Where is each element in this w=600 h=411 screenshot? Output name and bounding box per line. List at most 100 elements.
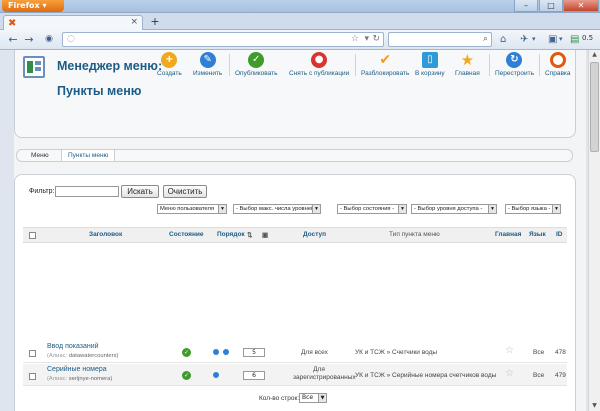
window-icon[interactable]: ▣ [548, 33, 557, 46]
dropdown-icon[interactable]: ▾ [364, 33, 369, 46]
filter-label: Фильтр: [29, 188, 55, 195]
access-select[interactable]: - Выбор уровня доступа - ▼ [411, 204, 497, 214]
item-title-link[interactable]: Ввод показаний [47, 343, 99, 350]
forward-icon[interactable]: → [22, 32, 36, 47]
back-icon[interactable]: ← [6, 32, 20, 47]
search-button[interactable]: Искать [121, 185, 159, 198]
language-select[interactable]: - Выбор языка - ▼ [505, 204, 561, 214]
menu-select[interactable]: Меню пользователя ▼ [157, 204, 227, 214]
published-icon[interactable]: ✓ [182, 348, 191, 357]
home-default-button[interactable]: ★ Главная [455, 52, 480, 77]
save-order-icon[interactable]: ▣ [262, 231, 268, 239]
access-value: Для зарегистрированных [293, 366, 356, 381]
trash-icon: ▯ [421, 52, 438, 68]
items-panel: Фильтр: Искать Очистить Меню пользовател… [14, 174, 576, 411]
bookmark-star-icon[interactable]: ☆ [351, 33, 359, 46]
new-button[interactable]: + Создать [157, 52, 182, 77]
search-bar[interactable]: ⌕ [388, 32, 492, 47]
language-value: Все [533, 372, 545, 379]
help-button[interactable]: Справка [545, 52, 571, 77]
maximize-button[interactable]: □ [539, 0, 563, 12]
addon-dropdown-icon[interactable]: ▾ [532, 33, 536, 46]
rows-per-page-select[interactable]: Все ▼ [299, 393, 327, 403]
id-value: 479 [555, 372, 566, 379]
identity-icon[interactable]: ◉ [42, 32, 56, 47]
browser-tab[interactable]: ✖ × [3, 15, 143, 30]
col-state[interactable]: Состояние [169, 231, 204, 238]
help-icon [549, 52, 566, 68]
navigation-bar: ← → ◉ ◌ ☆ ▾ ↻ ⌕ ⌂ ✈ ▾ ▣ ▾ ▤ 0.5 [0, 30, 600, 50]
publish-button[interactable]: ✓ Опубликовать [235, 52, 278, 77]
toolbar-divider [355, 54, 356, 76]
edit-icon: ✎ [199, 52, 216, 68]
order-down-icon[interactable] [223, 349, 229, 355]
language-value: Все [533, 349, 545, 356]
table-header: Заголовок Состояние Порядок ⇅ ▣ Доступ Т… [23, 227, 567, 243]
submenu: Меню Пункты меню [16, 149, 573, 162]
row-checkbox[interactable] [29, 373, 36, 380]
trash-button[interactable]: ▯ В корзину [415, 52, 445, 77]
order-up-icon[interactable] [213, 372, 219, 378]
scroll-up-icon[interactable]: ▲ [589, 50, 600, 60]
zoom-badge: 0.5 [582, 34, 594, 42]
tab-close-icon[interactable]: × [130, 17, 138, 27]
scrollbar-thumb[interactable] [590, 62, 599, 152]
evernote-icon[interactable]: ▤ [570, 33, 579, 46]
max-levels-select[interactable]: - Выбор макс. числа уровней - ▼ [233, 204, 321, 214]
search-icon[interactable]: ⌕ [483, 33, 488, 46]
id-value: 478 [555, 349, 566, 356]
submenu-menu-items[interactable]: Пункты меню [61, 150, 116, 161]
home-icon[interactable]: ⌂ [500, 33, 506, 46]
select-all-checkbox[interactable] [29, 232, 36, 239]
edit-button[interactable]: ✎ Изменить [193, 52, 222, 77]
unpublish-button[interactable]: ● Снять с публикации [289, 52, 349, 77]
menu-type-value: УК и ТСЖ » Серийные номера счетчиков вод… [355, 372, 497, 379]
plus-icon: + [161, 52, 178, 68]
order-up-icon[interactable] [213, 349, 219, 355]
order-input[interactable]: 6 [243, 371, 265, 380]
published-icon[interactable]: ✓ [182, 371, 191, 380]
close-window-button[interactable]: ✕ [563, 0, 599, 12]
scroll-down-icon[interactable]: ▼ [589, 401, 600, 411]
unpublish-icon: ● [311, 52, 328, 68]
rebuild-button[interactable]: ↻ Перестроить [495, 52, 534, 77]
star-icon: ★ [460, 51, 475, 69]
window-dropdown-icon[interactable]: ▾ [559, 33, 563, 46]
rows-per-page-label: Кол-во строк: [259, 395, 300, 402]
filter-search-input[interactable] [55, 186, 119, 197]
page-scrollbar[interactable]: ▲ ▼ [588, 50, 600, 411]
state-select[interactable]: - Выбор состояния - ▼ [337, 204, 407, 214]
clear-button[interactable]: Очистить [163, 185, 207, 198]
checkin-icon: ✔ [379, 52, 392, 68]
table-row: Ввод показаний (Алиас: datawatercounters… [23, 341, 567, 363]
order-input[interactable]: 5 [243, 348, 265, 357]
new-tab-button[interactable]: + [148, 16, 162, 28]
page-content: Менеджер меню: Пункты меню + Создать ✎ И… [14, 50, 586, 411]
col-language[interactable]: Язык [529, 231, 546, 238]
rebuild-icon: ↻ [506, 52, 523, 68]
col-order[interactable]: Порядок [217, 231, 245, 238]
toolbar-box: Менеджер меню: Пункты меню + Создать ✎ И… [14, 50, 576, 138]
col-title[interactable]: Заголовок [89, 231, 122, 238]
url-bar[interactable]: ◌ ☆ ▾ ↻ [62, 32, 384, 47]
addon-icon[interactable]: ✈ [520, 33, 528, 46]
item-title-link[interactable]: Серийные номера [47, 366, 107, 373]
col-home[interactable]: Главная [495, 231, 521, 238]
minimize-button[interactable]: – [514, 0, 538, 12]
col-access[interactable]: Доступ [303, 231, 326, 238]
row-checkbox[interactable] [29, 350, 36, 357]
reload-icon[interactable]: ↻ [372, 33, 380, 46]
col-id[interactable]: ID [556, 231, 563, 238]
firefox-menu-button[interactable]: Firefox ▾ [2, 0, 64, 12]
publish-icon: ✓ [248, 52, 265, 68]
home-star-icon[interactable]: ☆ [505, 368, 514, 379]
checkin-button[interactable]: ✔ Разблокировать [361, 52, 409, 77]
page-title: Менеджер меню: Пункты меню [57, 59, 163, 98]
table-row: Серийные номера (Алиас: serijnye-nomera)… [23, 364, 567, 386]
submenu-menus[interactable]: Меню [31, 150, 49, 161]
home-star-icon[interactable]: ☆ [505, 345, 514, 356]
tab-bar: ✖ × + [0, 13, 600, 30]
item-alias: (Алиас: datawatercounters) [47, 353, 119, 359]
window-titlebar: Firefox ▾ – □ ✕ [0, 0, 600, 13]
sort-icon: ⇅ [247, 232, 253, 239]
